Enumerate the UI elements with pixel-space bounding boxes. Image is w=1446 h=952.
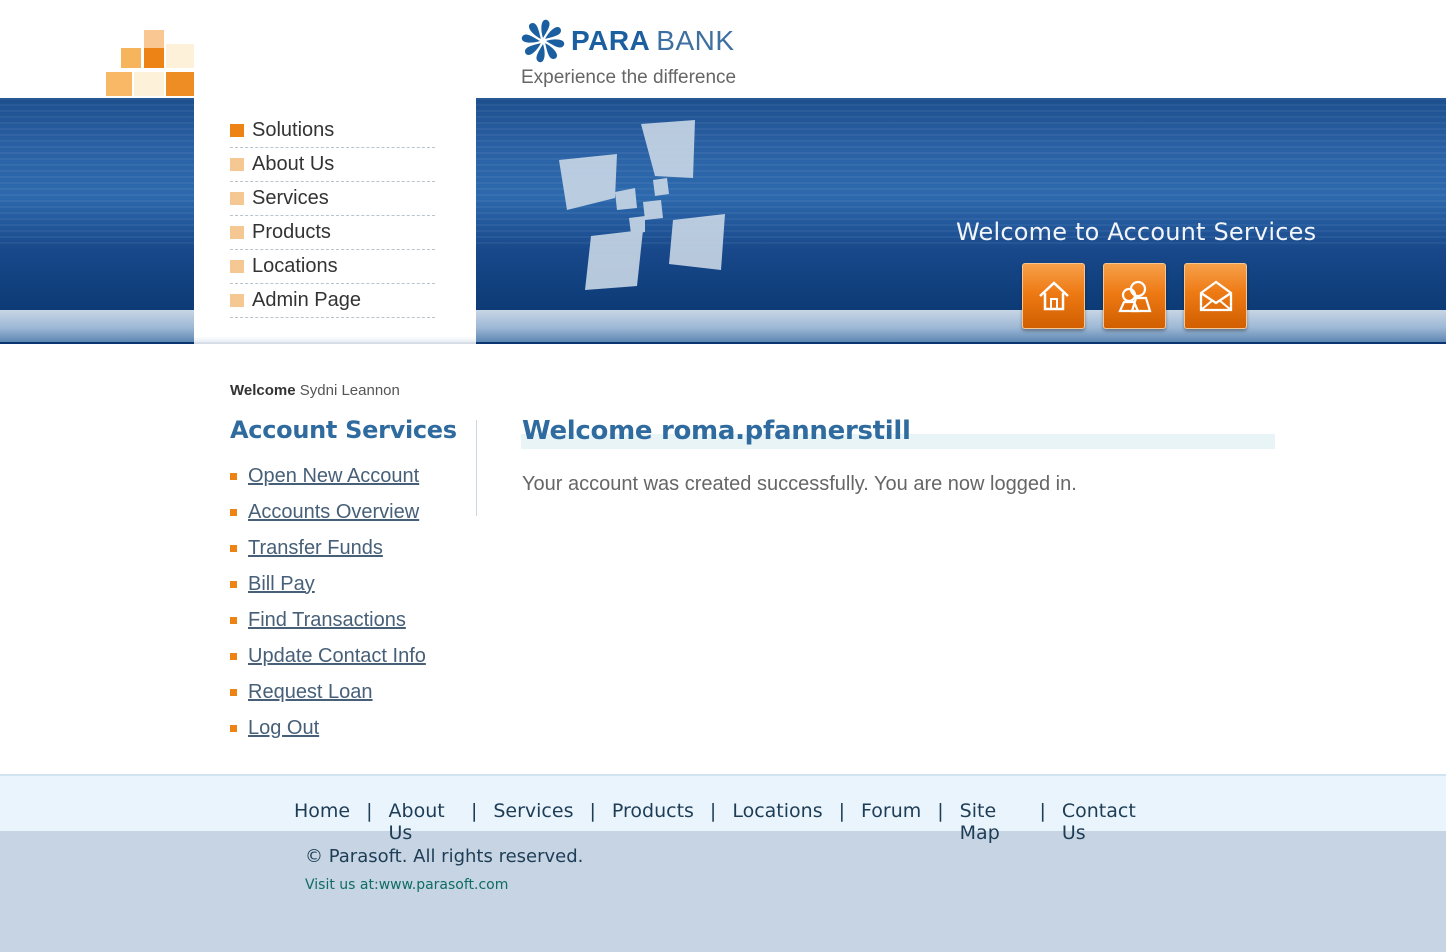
account-link-request-loan[interactable]: Request Loan [230, 674, 426, 710]
parabank-flower-icon [521, 19, 565, 63]
account-link-open-new-account[interactable]: Open New Account [230, 458, 426, 494]
top-menu-item-products[interactable]: Products [230, 216, 435, 250]
account-link-transfer-funds[interactable]: Transfer Funds [230, 530, 426, 566]
customer-name: Sydni Leannon [299, 382, 400, 399]
top-menu-item-services[interactable]: Services [230, 182, 435, 216]
link-bullet-icon [230, 652, 237, 660]
footer-bottom [0, 831, 1446, 952]
link-bullet-icon [230, 688, 237, 696]
footer-separator: | [937, 800, 944, 822]
footer-separator: | [366, 800, 373, 822]
visit-us-label: Visit us at: [305, 877, 379, 893]
link-bullet-icon [230, 724, 237, 732]
contact-button[interactable] [1184, 263, 1247, 329]
footer-link-locations[interactable]: Locations [732, 800, 822, 844]
account-link-bill-pay[interactable]: Bill Pay [230, 566, 426, 602]
account-link[interactable]: Open New Account [248, 465, 419, 488]
account-link[interactable]: Find Transactions [248, 609, 406, 632]
top-menu: Solutions About Us Services Products Loc… [230, 114, 435, 318]
link-bullet-icon [230, 508, 237, 516]
visit-us-line: Visit us at:www.parasoft.com [305, 877, 508, 893]
menu-bullet-icon [230, 124, 244, 137]
account-link[interactable]: Transfer Funds [248, 537, 383, 560]
account-link[interactable]: Update Contact Info [248, 645, 426, 668]
logo-squares-graphic [94, 28, 194, 98]
welcome-label: Welcome [230, 382, 296, 399]
top-menu-link[interactable]: Locations [252, 255, 338, 278]
link-bullet-icon [230, 580, 237, 588]
footer-link-contact-us[interactable]: Contact Us [1062, 800, 1142, 844]
top-menu-item-locations[interactable]: Locations [230, 250, 435, 284]
home-icon [1038, 281, 1069, 311]
top-menu-link[interactable]: Services [252, 187, 329, 210]
link-bullet-icon [230, 616, 237, 624]
menu-bullet-icon [230, 226, 244, 239]
menu-bullet-icon [230, 294, 244, 307]
footer-link-about-us[interactable]: About Us [389, 800, 455, 844]
top-menu-link[interactable]: About Us [252, 153, 334, 176]
top-menu-link[interactable]: Admin Page [252, 289, 361, 312]
footer-separator: | [1039, 800, 1046, 822]
brand-name-bank: BANK [656, 25, 735, 56]
footer-separator: | [589, 800, 596, 822]
footer-separator: | [709, 800, 717, 822]
menu-bullet-icon [230, 158, 244, 171]
footer-link-site-map[interactable]: Site Map [960, 800, 1024, 844]
link-bullet-icon [230, 544, 237, 552]
footer-separator: | [470, 800, 478, 822]
menu-bullet-icon [230, 260, 244, 273]
copyright-text: © Parasoft. All rights reserved. [305, 846, 584, 867]
footer-link-home[interactable]: Home [294, 800, 350, 844]
page-title: Welcome roma.pfannerstill [522, 416, 911, 446]
menu-bullet-icon [230, 192, 244, 205]
account-link-find-transactions[interactable]: Find Transactions [230, 602, 426, 638]
account-link[interactable]: Bill Pay [248, 573, 315, 596]
top-menu-item-about-us[interactable]: About Us [230, 148, 435, 182]
parasoft-link[interactable]: www.parasoft.com [379, 877, 509, 893]
account-link[interactable]: Request Loan [248, 681, 373, 704]
about-icon [1117, 280, 1151, 313]
brand-tagline: Experience the difference [521, 67, 737, 88]
account-services-menu: Open New Account Accounts Overview Trans… [230, 458, 426, 746]
account-link[interactable]: Log Out [248, 717, 319, 740]
account-link-log-out[interactable]: Log Out [230, 710, 426, 746]
top-menu-link[interactable]: Products [252, 221, 331, 244]
banner-welcome-text: Welcome to Account Services [956, 218, 1317, 246]
account-link-update-contact-info[interactable]: Update Contact Info [230, 638, 426, 674]
column-divider [476, 420, 477, 516]
account-link[interactable]: Accounts Overview [248, 501, 419, 524]
home-button[interactable] [1022, 263, 1085, 329]
footer-separator: | [838, 800, 845, 822]
account-link-accounts-overview[interactable]: Accounts Overview [230, 494, 426, 530]
footer-nav: Home | About Us | Services | Products | … [0, 800, 1446, 844]
contact-envelope-icon [1199, 280, 1232, 312]
top-menu-item-solutions[interactable]: Solutions [230, 114, 435, 148]
success-message: Your account was created successfully. Y… [522, 473, 1077, 495]
footer-link-services[interactable]: Services [493, 800, 573, 844]
customer-welcome: Welcome Sydni Leannon [230, 382, 400, 399]
account-services-title: Account Services [230, 416, 457, 444]
brand-name-para: PARA [571, 25, 651, 56]
link-bullet-icon [230, 472, 237, 480]
footer-link-forum[interactable]: Forum [861, 800, 921, 844]
about-button[interactable] [1103, 263, 1166, 329]
footer-link-products[interactable]: Products [612, 800, 694, 844]
banner-arrows-graphic [559, 120, 725, 290]
top-menu-link[interactable]: Solutions [252, 119, 334, 142]
top-menu-item-admin-page[interactable]: Admin Page [230, 284, 435, 318]
parabank-logo[interactable]: PARA BANK [521, 16, 735, 66]
